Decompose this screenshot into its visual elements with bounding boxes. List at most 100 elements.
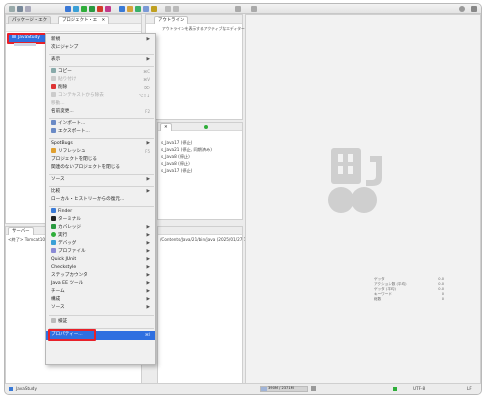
menu-separator: [49, 138, 154, 139]
status-project-icon: [9, 387, 13, 391]
status-writable-icon: [393, 387, 397, 391]
menu-item-label: 比較: [51, 189, 61, 194]
menu-item-label: チーム: [51, 289, 65, 294]
logo-icon: [328, 148, 382, 213]
delete-icon: [51, 84, 56, 89]
menu-item-label: 削除: [58, 85, 68, 90]
menu-item-label: インポート...: [58, 121, 86, 126]
editor-area: ゲッタ 0.0 アクション数 (平均) 0.0 ゲッタ (平均) 0.0 キーワード 0…: [245, 14, 481, 384]
tab-console[interactable]: ✕: [160, 123, 172, 131]
toolbar-back-icon[interactable]: [235, 6, 241, 12]
menu-item-label: 表示: [51, 57, 61, 62]
tab-package-explorer[interactable]: パッケージ・エク: [8, 16, 52, 24]
menu-separator: [49, 118, 154, 119]
console-tab-strip: ✕: [158, 123, 242, 131]
console-line: s_Java8 (停止): [161, 161, 190, 166]
import-icon: [51, 120, 56, 125]
heap-status[interactable]: 390M / 2371M: [260, 386, 308, 392]
search-icon[interactable]: [459, 6, 465, 12]
terminal-tab-strip: [158, 227, 242, 235]
toolbar-new-java-project-icon[interactable]: [119, 6, 125, 12]
menu-item-restore-history[interactable]: ローカル・ヒストリーからの復元...: [46, 196, 155, 205]
outline-panel: アウトライン アウトラインを表示するアクティブなエディターがありません。: [145, 14, 271, 120]
menu-shortcut: ⌘I: [144, 332, 150, 337]
status-line-ending[interactable]: LF: [467, 386, 472, 391]
menu-item-source-2[interactable]: ソース ▶: [46, 304, 155, 313]
perspective-icon[interactable]: [471, 6, 477, 12]
menu-item-label: 次にジャンプ: [51, 45, 79, 50]
tab-package-explorer-label: パッケージ・エク: [12, 18, 48, 23]
menu-item-label: ソース: [51, 177, 65, 182]
coverage-icon: [51, 224, 56, 229]
toolbar-search-icon[interactable]: [151, 6, 157, 12]
tab-project-explorer-label: プロジェクト・エ: [62, 18, 98, 23]
menu-separator: [49, 315, 154, 316]
menu-separator: [49, 206, 154, 207]
close-icon[interactable]: ✕: [102, 18, 106, 23]
toolbar-build-icon[interactable]: [65, 6, 71, 12]
status-encoding[interactable]: UTF-8: [413, 386, 425, 391]
submenu-arrow-icon: ▶: [146, 305, 150, 310]
toolbar-prev-annotation-icon[interactable]: [173, 6, 179, 12]
menu-item-rename[interactable]: 名前変更... F2: [46, 108, 155, 117]
toolbar-coverage-icon[interactable]: [89, 6, 95, 12]
stats-value: 0: [441, 297, 444, 301]
toolbar-debug-icon[interactable]: [73, 6, 79, 12]
menu-item-go-into[interactable]: 次にジャンプ: [46, 44, 155, 53]
menu-item-label: カバレッジ: [58, 225, 81, 230]
menu-item-label: 貼り付け: [58, 77, 77, 82]
tab-servers-label: サーバー: [12, 229, 30, 234]
run-icon: [51, 232, 56, 237]
toolbar-next-annotation-icon[interactable]: [165, 6, 171, 12]
explorer-toolbar: [6, 24, 141, 32]
menu-item-label: コピー: [58, 69, 72, 74]
status-left-label: JavaStudy: [16, 386, 37, 391]
refresh-icon: [51, 148, 56, 153]
toolbar-external-tools-icon[interactable]: [97, 6, 103, 12]
console-line: s_Java8 (停止): [161, 154, 190, 159]
finder-icon: [51, 208, 56, 213]
stats-row: 総数 0: [374, 297, 444, 302]
menu-item-label: ステップカウンタ: [51, 273, 88, 278]
menu-item-label: エクスポート...: [58, 129, 90, 134]
toolbar-save-icon[interactable]: [17, 6, 23, 12]
tab-project-explorer[interactable]: プロジェクト・エ ✕: [58, 16, 110, 24]
gc-icon[interactable]: [311, 386, 316, 391]
menu-item-label: ローカル・ヒストリーからの復元...: [51, 197, 125, 202]
menu-item-label: 構成: [51, 297, 61, 302]
menu-item-label: 新規: [51, 37, 61, 42]
main-toolbar: [5, 4, 481, 14]
toolbar-forward-icon[interactable]: [251, 6, 257, 12]
status-bar: JavaStudy 390M / 2371M UTF-8 LF: [5, 383, 481, 394]
remove-context-icon: [51, 92, 56, 97]
menu-item-source[interactable]: ソース ▶: [46, 176, 155, 185]
menu-item-label: Java EE ツール: [51, 281, 84, 286]
heap-label: 390M / 2371M: [268, 386, 294, 390]
stats-label: 総数: [374, 297, 382, 301]
console-line: s_Java17 (停止): [161, 140, 193, 145]
toolbar-new-icon[interactable]: [9, 6, 15, 12]
tree-item-child[interactable]: [14, 43, 36, 46]
tab-servers[interactable]: サーバー: [8, 227, 34, 235]
toolbar-open-type-icon[interactable]: [143, 6, 149, 12]
toolbar-print-icon[interactable]: [25, 6, 31, 12]
toolbar-new-package-icon[interactable]: [127, 6, 133, 12]
tab-outline-label: アウトライン: [158, 18, 185, 23]
menu-shortcut: F2: [145, 109, 150, 114]
menu-separator: [49, 186, 154, 187]
menu-item-validate[interactable]: 検証: [46, 318, 155, 327]
menu-item-close-unrelated[interactable]: 関連のないプロジェクトを閉じる: [46, 164, 155, 173]
outline-tab-strip: アウトライン: [146, 15, 242, 24]
menu-separator: [49, 54, 154, 55]
tab-outline[interactable]: アウトライン: [154, 16, 189, 24]
menu-item-show-in[interactable]: 表示 ▶: [46, 56, 155, 65]
toolbar-server-icon[interactable]: [105, 6, 111, 12]
menu-item-label: Quick JUnit: [51, 257, 77, 262]
toolbar-run-icon[interactable]: [81, 6, 87, 12]
close-icon[interactable]: ✕: [164, 125, 168, 130]
validate-icon: [51, 318, 56, 323]
paste-icon: [51, 76, 56, 81]
menu-item-export[interactable]: エクスポート...: [46, 128, 155, 137]
properties-highlight-box: [48, 329, 96, 341]
toolbar-new-class-icon[interactable]: [135, 6, 141, 12]
